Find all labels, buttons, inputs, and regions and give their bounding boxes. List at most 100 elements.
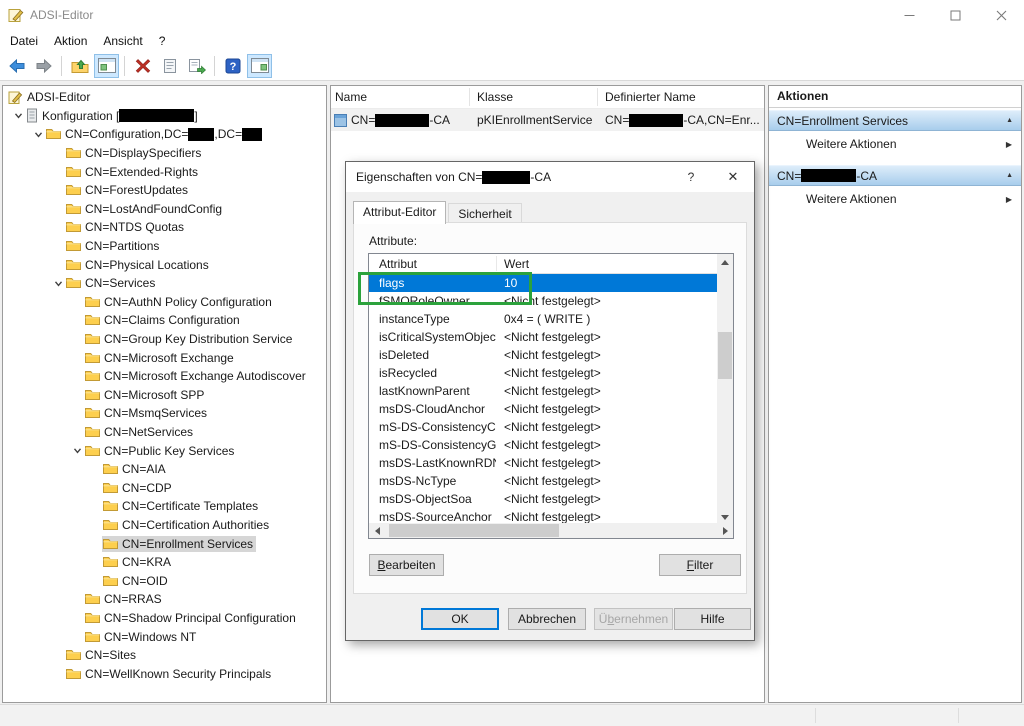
tree-node-body[interactable]: CN=Extended-Rights <box>65 164 201 180</box>
menu-item-datei[interactable]: Datei <box>2 32 46 50</box>
action-section-header[interactable]: CN=Enrollment Services▲ <box>769 110 1021 131</box>
attribute-row[interactable]: msDS-ObjectSoa<Nicht festgelegt> <box>369 490 719 508</box>
tree-node-body[interactable]: CN=Shadow Principal Configuration <box>84 610 299 626</box>
tree-item[interactable]: CN=DisplaySpecifiers <box>3 144 326 163</box>
menu-item-ansicht[interactable]: Ansicht <box>95 32 150 50</box>
tree-node-body[interactable]: CN=Microsoft Exchange Autodiscover <box>84 368 309 384</box>
filter-button[interactable]: Filter <box>659 554 741 576</box>
collapse-arrow-icon[interactable]: ▲ <box>1006 172 1013 179</box>
tree-node-body[interactable]: Konfiguration [] <box>25 107 201 124</box>
tree-node-body[interactable]: CN=CDP <box>102 480 175 496</box>
attribute-row[interactable]: isCriticalSystemObject<Nicht festgelegt> <box>369 328 719 346</box>
properties-button[interactable] <box>157 54 182 78</box>
tree-item[interactable]: CN=Partitions <box>3 237 326 256</box>
tree-node-body[interactable]: CN=Services <box>65 275 158 291</box>
tree-node-body[interactable]: CN=NetServices <box>84 424 196 440</box>
horizontal-scrollbar-thumb[interactable] <box>389 524 559 537</box>
back-button[interactable] <box>4 54 29 78</box>
up-one-level-button[interactable] <box>67 54 92 78</box>
chevron-expanded-icon[interactable] <box>11 111 25 120</box>
attribute-row[interactable]: fSMORoleOwner<Nicht festgelegt> <box>369 292 719 310</box>
tree-node-body[interactable]: CN=Microsoft Exchange <box>84 350 237 366</box>
attribute-row[interactable]: instanceType0x4 = ( WRITE ) <box>369 310 719 328</box>
tree-node-body[interactable]: ADSI-Editor <box>7 89 93 106</box>
column-separator[interactable] <box>597 88 598 106</box>
tree-item[interactable]: CN=Microsoft Exchange <box>3 348 326 367</box>
tree-item[interactable]: CN=KRA <box>3 553 326 572</box>
tree-node-body[interactable]: CN=DisplaySpecifiers <box>65 145 204 161</box>
tree-item[interactable]: CN=LostAndFoundConfig <box>3 200 326 219</box>
chevron-expanded-icon[interactable] <box>70 446 84 455</box>
tree-item[interactable]: CN=CDP <box>3 478 326 497</box>
help-button[interactable]: Hilfe <box>674 608 751 630</box>
tree-node-body[interactable]: CN=ForestUpdates <box>65 182 191 198</box>
tree-node-body[interactable]: CN=Claims Configuration <box>84 312 243 328</box>
column-header-name[interactable]: Name <box>335 90 367 104</box>
tree-node-body[interactable]: CN=RRAS <box>84 591 165 607</box>
scroll-left-button[interactable] <box>369 523 385 538</box>
tree-node-body[interactable]: CN=Windows NT <box>84 629 199 645</box>
tree-item[interactable]: CN=Configuration,DC=,DC= <box>3 125 326 144</box>
tree-item[interactable]: CN=OID <box>3 571 326 590</box>
column-header-klasse[interactable]: Klasse <box>477 90 513 104</box>
tree-item[interactable]: Konfiguration [] <box>3 107 326 126</box>
tree-node-body[interactable]: CN=KRA <box>102 554 174 570</box>
tree-node-body[interactable]: CN=LostAndFoundConfig <box>65 201 225 217</box>
apply-button[interactable]: Übernehmen <box>594 608 673 630</box>
tree-node-body[interactable]: CN=OID <box>102 573 171 589</box>
tree-item[interactable]: CN=Shadow Principal Configuration <box>3 609 326 628</box>
collapse-arrow-icon[interactable]: ▲ <box>1006 117 1013 124</box>
ok-button[interactable]: OK <box>421 608 499 630</box>
column-header-dn[interactable]: Definierter Name <box>605 90 696 104</box>
tree-item[interactable]: CN=Extended-Rights <box>3 162 326 181</box>
tree-item[interactable]: CN=Sites <box>3 646 326 665</box>
attribute-row[interactable]: mS-DS-ConsistencyG...<Nicht festgelegt> <box>369 436 719 454</box>
tree-item[interactable]: CN=Windows NT <box>3 627 326 646</box>
vertical-scrollbar-thumb[interactable] <box>718 332 732 379</box>
tree-node-body[interactable]: CN=Sites <box>65 647 139 663</box>
tree-item[interactable]: CN=Physical Locations <box>3 255 326 274</box>
tree-node-body[interactable]: CN=Enrollment Services <box>102 536 256 552</box>
tree-node-body[interactable]: CN=NTDS Quotas <box>65 219 187 235</box>
tree-node-body[interactable]: CN=Physical Locations <box>65 257 212 273</box>
export-list-button[interactable] <box>184 54 209 78</box>
vertical-scrollbar[interactable] <box>717 254 733 525</box>
tree-item[interactable]: CN=Enrollment Services <box>3 534 326 553</box>
chevron-expanded-icon[interactable] <box>31 130 45 139</box>
tree-item[interactable]: CN=WellKnown Security Principals <box>3 664 326 683</box>
tree-node-body[interactable]: CN=Public Key Services <box>84 443 237 459</box>
dialog-close-button[interactable]: ✕ <box>714 162 752 192</box>
show-action-pane-button[interactable] <box>247 54 272 78</box>
tree-item[interactable]: CN=NTDS Quotas <box>3 218 326 237</box>
attribute-row[interactable]: msDS-NcType<Nicht festgelegt> <box>369 472 719 490</box>
action-item[interactable]: Weitere Aktionen▶ <box>769 186 1021 212</box>
tree-node-body[interactable]: CN=AuthN Policy Configuration <box>84 294 275 310</box>
tree-item[interactable]: CN=NetServices <box>3 423 326 442</box>
edit-button[interactable]: Bearbeiten <box>369 554 444 576</box>
cancel-button[interactable]: Abbrechen <box>508 608 586 630</box>
tree-item[interactable]: CN=Microsoft SPP <box>3 386 326 405</box>
tree-item[interactable]: CN=RRAS <box>3 590 326 609</box>
list-row[interactable]: CN=-CA pKIEnrollmentService CN=-CA,CN=En… <box>331 109 764 131</box>
dialog-help-button[interactable]: ? <box>672 162 710 192</box>
chevron-expanded-icon[interactable] <box>51 279 65 288</box>
attribute-row[interactable]: msDS-CloudAnchor<Nicht festgelegt> <box>369 400 719 418</box>
tree-node-body[interactable]: CN=Configuration,DC=,DC= <box>45 126 265 142</box>
delete-button[interactable] <box>130 54 155 78</box>
tree-item[interactable]: CN=Group Key Distribution Service <box>3 330 326 349</box>
tree-item[interactable]: CN=Certificate Templates <box>3 497 326 516</box>
tree-item[interactable]: CN=AIA <box>3 460 326 479</box>
tree-node-body[interactable]: CN=MsmqServices <box>84 405 210 421</box>
attribute-row[interactable]: flags10 <box>369 274 719 292</box>
horizontal-scrollbar[interactable] <box>369 523 733 538</box>
attribute-row[interactable]: mS-DS-ConsistencyC...<Nicht festgelegt> <box>369 418 719 436</box>
column-separator[interactable] <box>469 88 470 106</box>
attribute-row[interactable]: isRecycled<Nicht festgelegt> <box>369 364 719 382</box>
maximize-button[interactable] <box>932 0 978 30</box>
tree-node-body[interactable]: CN=Partitions <box>65 238 162 254</box>
tree-node-body[interactable]: CN=Certification Authorities <box>102 517 272 533</box>
tree-item[interactable]: ADSI-Editor <box>3 88 326 107</box>
tree-item[interactable]: CN=Public Key Services <box>3 441 326 460</box>
menu-item-?[interactable]: ? <box>151 32 174 50</box>
tree-node-body[interactable]: CN=Microsoft SPP <box>84 387 207 403</box>
